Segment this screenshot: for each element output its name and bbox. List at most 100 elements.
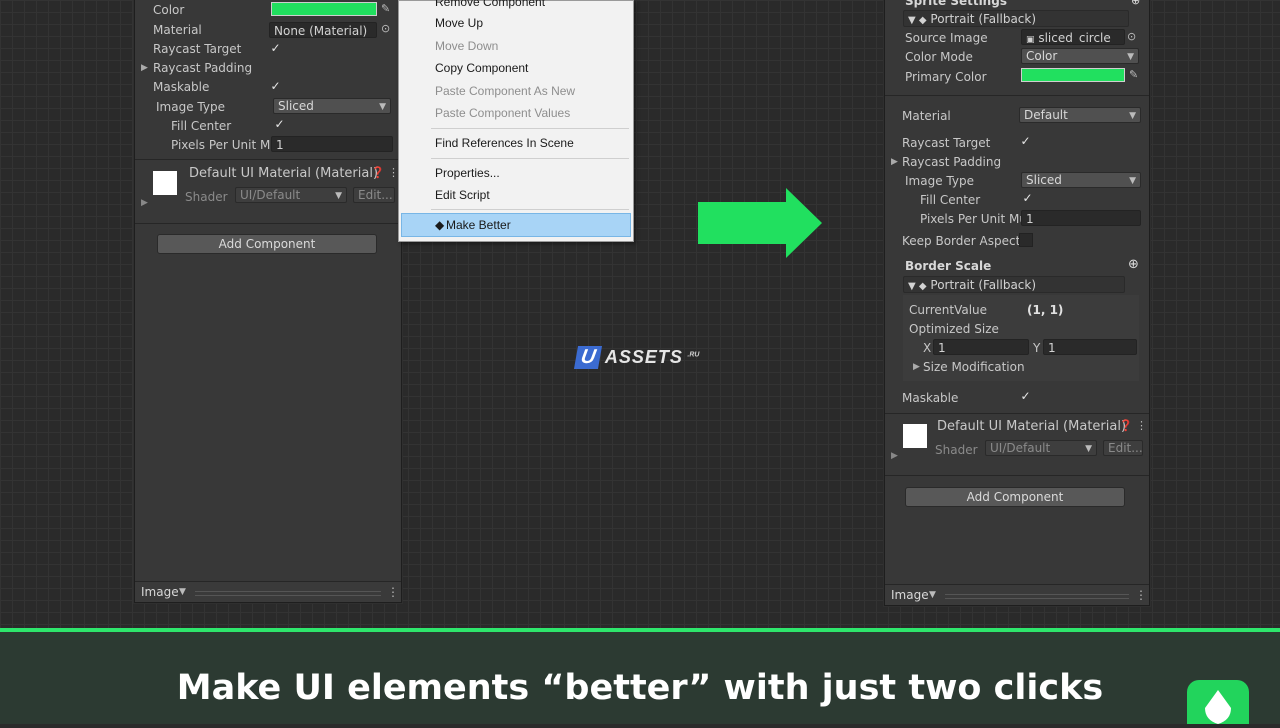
eyedropper-icon[interactable]: ✎ [1129, 68, 1138, 82]
portrait-foldout[interactable]: ▼ ◆ Portrait (Fallback) [903, 10, 1129, 27]
image-type-label: Image Type [905, 174, 974, 188]
add-component-button[interactable]: Add Component [157, 234, 377, 254]
object-picker-icon[interactable]: ⊙ [1127, 30, 1136, 44]
raycast-target-checkbox[interactable]: ✓ [1019, 135, 1032, 148]
portrait-foldout[interactable]: ▼ ◆ Portrait (Fallback) [903, 276, 1125, 293]
foldout-open-icon: ▼ ◆ [908, 281, 927, 292]
menu-separator [431, 209, 629, 210]
chevron-down-icon: ▼ [1085, 444, 1092, 454]
divider [885, 475, 1149, 476]
divider [885, 95, 1149, 96]
inspector-footer: Image ▼ ⋮ [135, 581, 401, 602]
current-value-label: CurrentValue [909, 303, 988, 317]
maskable-label: Maskable [153, 80, 210, 94]
diamond-icon: ◆ [435, 218, 445, 232]
source-image-field[interactable]: ▣ sliced_circle [1021, 29, 1125, 45]
material-asset-title: Default UI Material (Material) [189, 166, 379, 181]
ppum-field[interactable]: 1 [1021, 210, 1141, 226]
optimized-size-label: Optimized Size [909, 322, 999, 336]
portrait-label: Portrait (Fallback) [930, 12, 1037, 26]
shader-edit-button[interactable]: Edit... [353, 187, 395, 203]
foldout-arrow-icon[interactable]: ▶ [913, 359, 920, 375]
border-scale-body: CurrentValue (1, 1) Optimized Size X 1 Y… [903, 295, 1139, 381]
more-icon[interactable]: ⋮ [1136, 419, 1147, 433]
shader-dropdown[interactable]: UI/Default ▼ [985, 440, 1097, 456]
divider [135, 159, 401, 160]
fill-center-checkbox[interactable]: ✓ [1021, 192, 1034, 205]
menu-item-move-up[interactable]: Move Up [435, 15, 483, 31]
menu-item-copy-component[interactable]: Copy Component [435, 60, 528, 76]
add-icon[interactable]: ⊕ [1131, 0, 1140, 8]
inspector-footer: Image ▼ ⋮ [885, 584, 1149, 605]
menu-item-properties[interactable]: Properties... [435, 165, 500, 181]
maskable-checkbox[interactable]: ✓ [269, 80, 282, 93]
foldout-arrow-icon[interactable]: ▶ [891, 448, 898, 464]
help-icon[interactable]: ❓ [1119, 419, 1133, 433]
image-type-dropdown[interactable]: Sliced ▼ [273, 98, 391, 114]
x-field[interactable]: 1 [933, 339, 1029, 355]
color-mode-label: Color Mode [905, 50, 973, 64]
add-icon[interactable]: ⊕ [1128, 258, 1139, 272]
material-label: Material [153, 23, 202, 37]
chevron-down-icon: ▼ [1129, 111, 1136, 121]
menu-separator [431, 128, 629, 129]
y-field[interactable]: 1 [1043, 339, 1137, 355]
foldout-arrow-icon[interactable]: ▶ [141, 195, 148, 211]
keep-border-checkbox[interactable] [1019, 233, 1033, 247]
primary-color-field[interactable] [1021, 68, 1125, 82]
add-component-button[interactable]: Add Component [905, 487, 1125, 507]
menu-item-remove-component[interactable]: Remove Component [435, 0, 545, 10]
menu-item-paste-values[interactable]: Paste Component Values [435, 105, 570, 121]
context-menu: Remove Component Move Up Move Down Copy … [398, 0, 634, 242]
menu-item-edit-script[interactable]: Edit Script [435, 187, 490, 203]
material-field[interactable]: None (Material) [269, 22, 377, 38]
foldout-arrow-icon[interactable]: ▶ [891, 154, 898, 170]
image-type-value: Sliced [278, 99, 314, 113]
object-picker-icon[interactable]: ⊙ [381, 22, 390, 36]
fill-center-checkbox[interactable]: ✓ [273, 118, 286, 131]
image-type-value: Sliced [1026, 173, 1062, 187]
fill-center-label: Fill Center [920, 193, 981, 207]
resize-handle[interactable] [945, 594, 1129, 599]
ppum-label: Pixels Per Unit Mul [171, 138, 282, 152]
more-icon[interactable]: ⋮ [387, 584, 399, 600]
arrow-right-icon [698, 188, 822, 258]
shader-label: Shader [185, 190, 228, 204]
right-inspector-panel: Sprite Settings ⊕ ▼ ◆ Portrait (Fallback… [884, 0, 1150, 606]
maskable-checkbox[interactable]: ✓ [1019, 390, 1032, 403]
raycast-target-label: Raycast Target [902, 136, 991, 150]
menu-item-make-better[interactable]: Make Better [446, 217, 511, 233]
eyedropper-icon[interactable]: ✎ [381, 2, 390, 16]
chevron-down-icon[interactable]: ▼ [179, 584, 186, 600]
color-mode-dropdown[interactable]: Color ▼ [1021, 48, 1139, 64]
footer-image-label[interactable]: Image [141, 584, 179, 600]
image-type-dropdown[interactable]: Sliced ▼ [1021, 172, 1141, 188]
foldout-arrow-icon[interactable]: ▶ [141, 60, 148, 76]
shader-edit-button[interactable]: Edit... [1103, 440, 1143, 456]
drop-icon [1205, 690, 1231, 724]
footer-image-label[interactable]: Image [891, 587, 929, 603]
material-value: Default [1024, 108, 1068, 122]
watermark-u: U [573, 346, 603, 369]
keep-border-label: Keep Border Aspect R [902, 234, 1033, 248]
menu-item-move-down[interactable]: Move Down [435, 38, 498, 54]
help-icon[interactable]: ❓ [371, 166, 385, 180]
foldout-open-icon: ▼ ◆ [908, 15, 927, 26]
shader-dropdown[interactable]: UI/Default ▼ [235, 187, 347, 203]
menu-item-paste-as-new[interactable]: Paste Component As New [435, 83, 575, 99]
ppum-field[interactable]: 1 [271, 136, 393, 152]
more-icon[interactable]: ⋮ [1135, 587, 1147, 603]
source-image-value: sliced_circle [1038, 31, 1111, 45]
primary-color-label: Primary Color [905, 70, 987, 84]
chevron-down-icon[interactable]: ▼ [929, 587, 936, 603]
raycast-padding-label: Raycast Padding [153, 61, 253, 75]
color-field[interactable] [271, 2, 377, 16]
app-logo-icon [1187, 680, 1249, 724]
raycast-target-label: Raycast Target [153, 42, 242, 56]
raycast-padding-label: Raycast Padding [902, 155, 1002, 169]
raycast-target-checkbox[interactable]: ✓ [269, 42, 282, 55]
resize-handle[interactable] [195, 591, 381, 596]
shader-label: Shader [935, 443, 978, 457]
material-dropdown[interactable]: Default ▼ [1019, 107, 1141, 123]
menu-item-find-references[interactable]: Find References In Scene [435, 135, 574, 151]
